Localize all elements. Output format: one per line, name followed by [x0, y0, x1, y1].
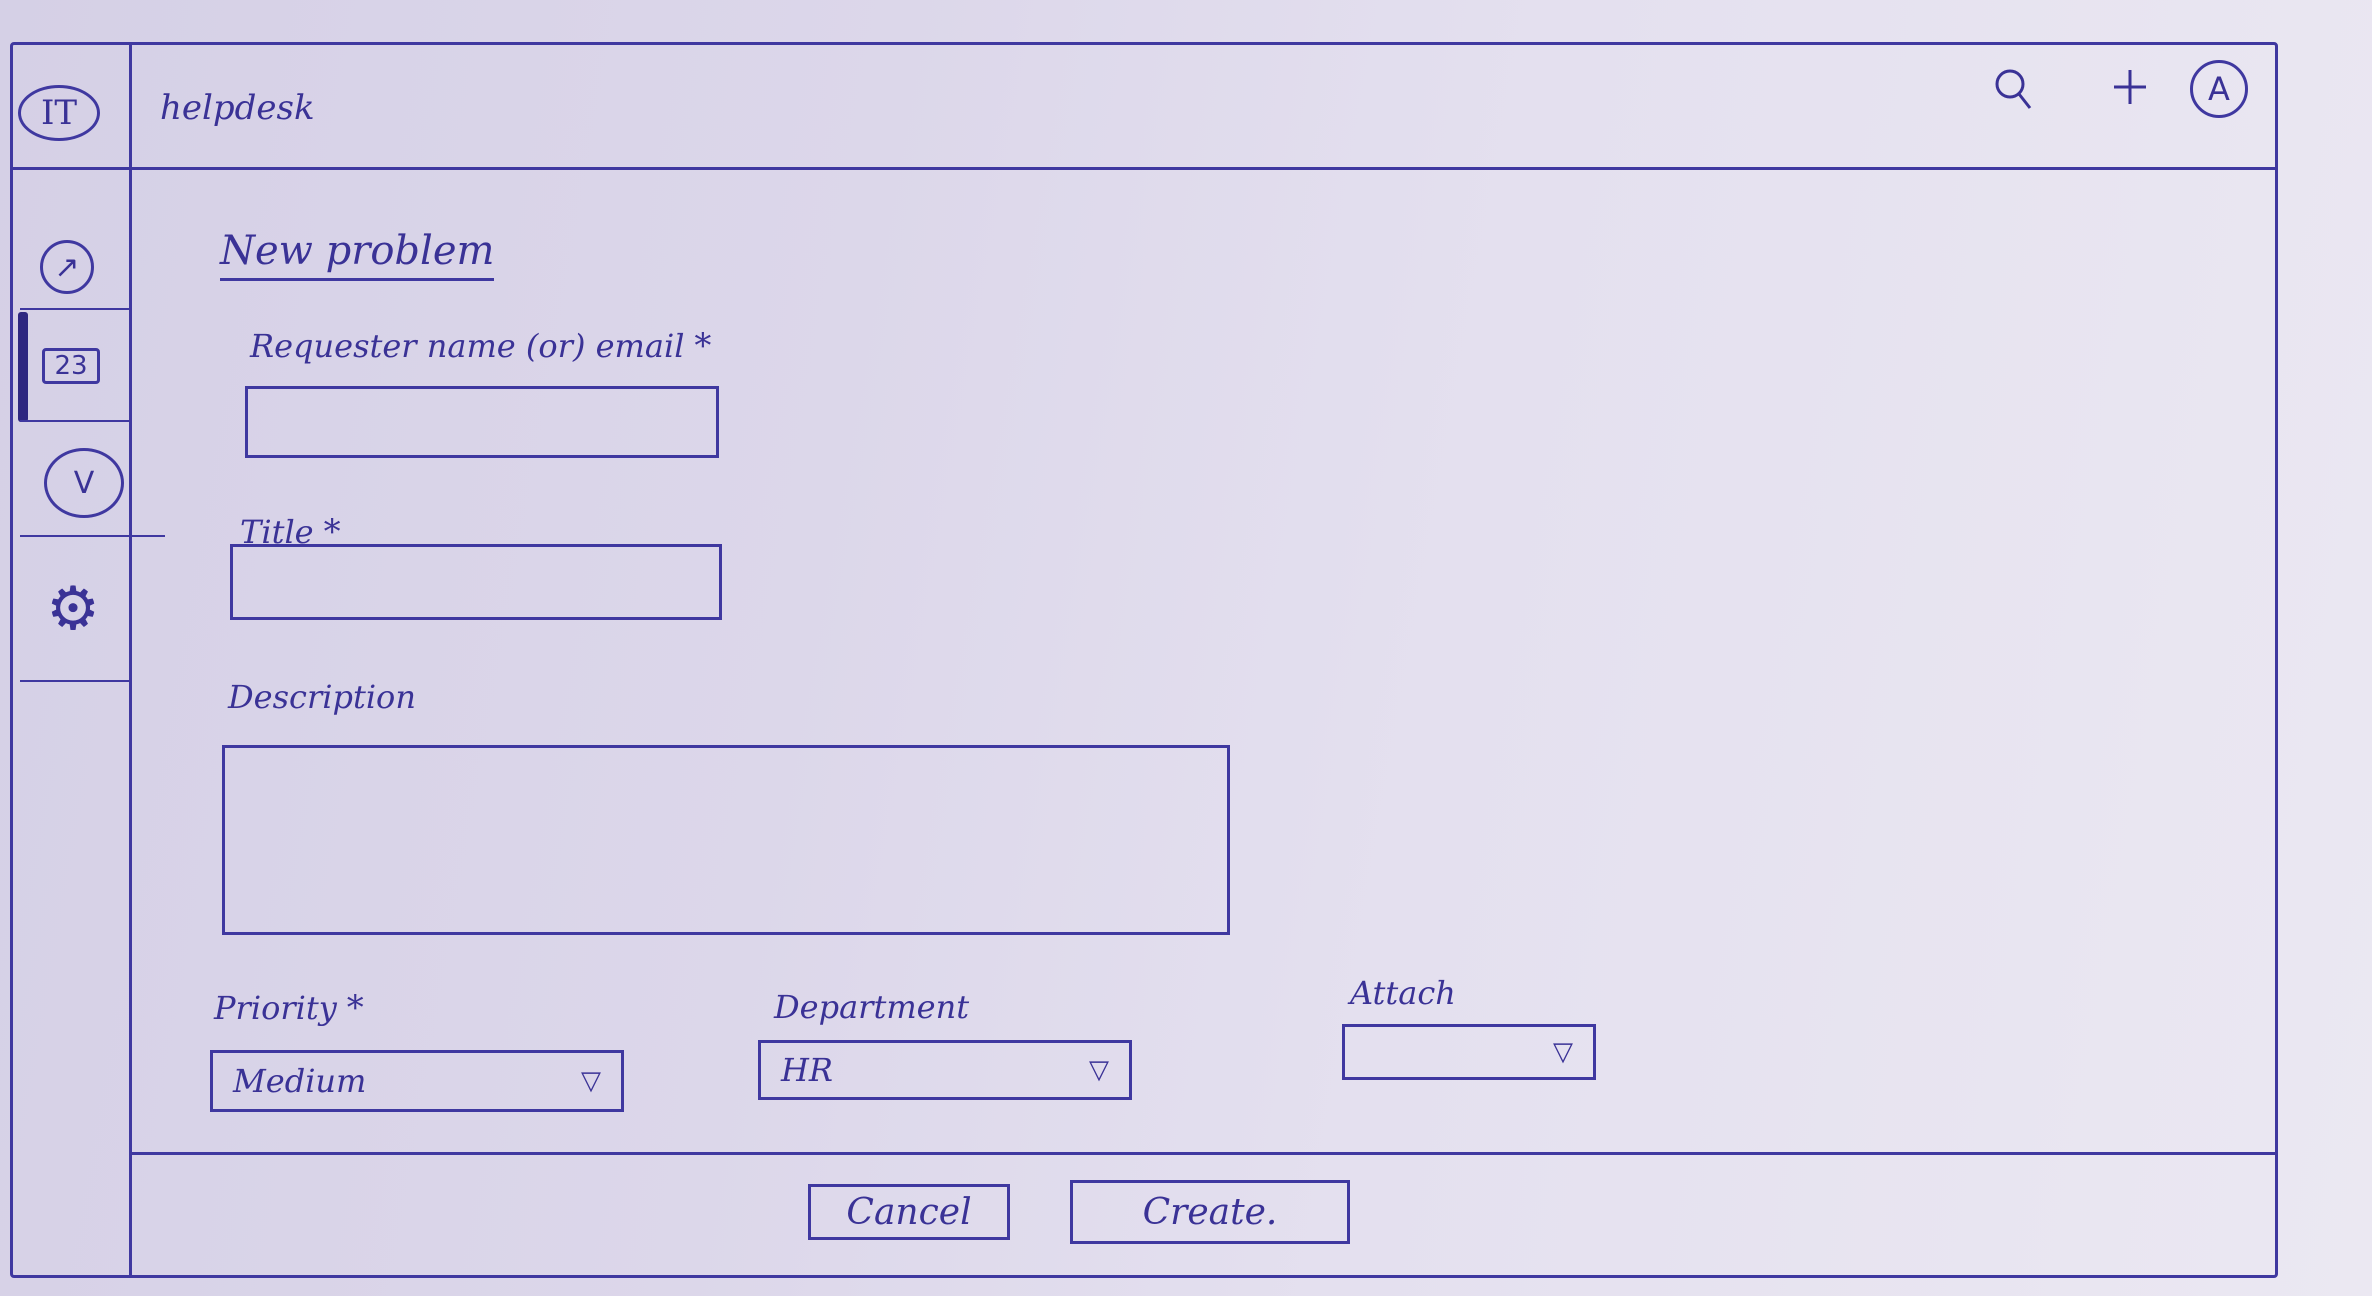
footer-divider	[132, 1152, 2278, 1155]
search-icon-glyph	[1995, 69, 2032, 109]
chevron-down-icon: ▽	[1553, 1037, 1573, 1067]
ticket-icon[interactable]: 23	[42, 348, 100, 384]
description-textarea[interactable]	[222, 745, 1230, 935]
requester-label-text: Requester name (or) email	[250, 327, 685, 365]
page-title: New problem	[220, 228, 495, 281]
sidebar-item-2-glyph: 23	[54, 351, 88, 381]
required-mark: *	[346, 988, 364, 1028]
department-value: HR	[781, 1051, 833, 1089]
priority-label: Priority *	[214, 988, 364, 1028]
app-logo: IT	[18, 85, 100, 141]
check-v-icon[interactable]: V	[44, 448, 124, 518]
sidebar-divider	[20, 535, 165, 537]
priority-value: Medium	[233, 1062, 367, 1100]
priority-select[interactable]: Medium ▽	[210, 1050, 624, 1112]
cancel-button[interactable]: Cancel	[808, 1184, 1010, 1240]
chevron-down-icon: ▽	[581, 1066, 601, 1096]
top-bar	[10, 42, 2278, 170]
arrow-up-right-icon[interactable]: ↗	[40, 240, 94, 294]
app-title: helpdesk	[160, 88, 315, 128]
requester-input[interactable]	[245, 386, 719, 458]
avatar[interactable]: A	[2190, 60, 2248, 118]
priority-label-text: Priority	[214, 989, 337, 1027]
active-indicator	[18, 312, 28, 422]
chevron-down-icon: ▽	[1089, 1055, 1109, 1085]
required-mark: *	[694, 326, 712, 366]
sidebar-divider	[20, 420, 130, 422]
department-select[interactable]: HR ▽	[758, 1040, 1132, 1100]
plus-icon-glyph	[2114, 70, 2146, 104]
sidebar-item-4-glyph: ⚙	[46, 574, 100, 644]
attach-label: Attach	[1350, 974, 1456, 1012]
sidebar-item-1-glyph: ↗	[54, 249, 80, 285]
create-button[interactable]: Create.	[1070, 1180, 1350, 1244]
paper-sketch: IT helpdesk A ↗ 23 V ⚙ New problem Reque…	[0, 0, 2372, 1296]
department-label: Department	[774, 988, 970, 1026]
plus-icon[interactable]	[2110, 64, 2150, 116]
gear-icon[interactable]: ⚙	[38, 574, 108, 644]
sidebar-item-3-glyph: V	[73, 465, 95, 501]
requester-label: Requester name (or) email *	[250, 326, 711, 366]
search-icon[interactable]	[1992, 66, 2036, 122]
description-label: Description	[228, 678, 416, 716]
sidebar-divider	[20, 680, 132, 682]
title-input[interactable]	[230, 544, 722, 620]
sidebar-divider	[20, 308, 130, 310]
sidebar	[10, 42, 132, 1278]
attach-select[interactable]: ▽	[1342, 1024, 1596, 1080]
